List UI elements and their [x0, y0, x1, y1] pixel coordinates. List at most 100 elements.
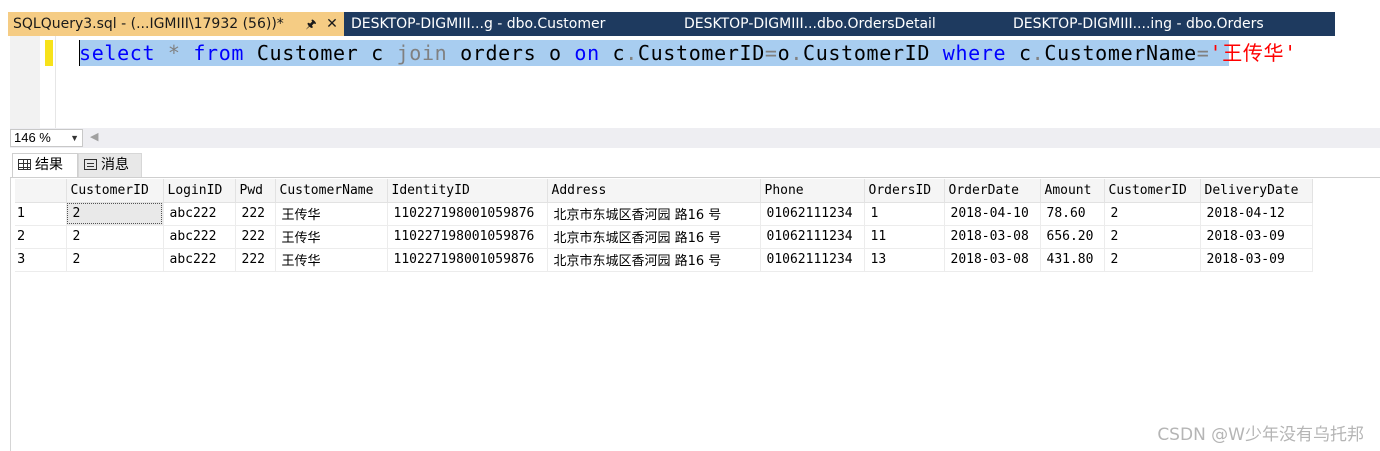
- cell-deliverydate[interactable]: 2018-04-12: [1200, 202, 1313, 226]
- document-tab-strip: SQLQuery3.sql - (...IGMIII\17932 (56))* …: [0, 0, 1380, 36]
- cell-pwd[interactable]: 222: [235, 248, 276, 272]
- cell-loginid[interactable]: abc222: [163, 248, 236, 272]
- sql-statement[interactable]: select * from Customer c join orders o o…: [79, 40, 1297, 66]
- column-header-customerid[interactable]: CustomerID: [1104, 179, 1201, 203]
- tab-sqlquery3[interactable]: SQLQuery3.sql - (...IGMIII\17932 (56))* …: [8, 12, 344, 36]
- cell-loginid[interactable]: abc222: [163, 202, 236, 226]
- text-caret: [79, 40, 80, 66]
- cell-deliverydate[interactable]: 2018-03-09: [1200, 248, 1313, 272]
- column-header-customername[interactable]: CustomerName: [275, 179, 388, 203]
- cell-orderdate[interactable]: 2018-03-08: [944, 225, 1041, 249]
- zoom-dropdown[interactable]: 146 % ▼: [10, 129, 83, 147]
- cell-amount[interactable]: 656.20: [1040, 225, 1105, 249]
- cell-customerid[interactable]: 2: [66, 225, 164, 249]
- row-number[interactable]: 1: [15, 202, 67, 226]
- column-header-address[interactable]: Address: [547, 179, 761, 203]
- selection-margin: [55, 36, 56, 128]
- table-row[interactable]: 3 2 abc222 222 王传华 110227198001059876 北京市东城区香河…: [15, 248, 1313, 272]
- cell-customername[interactable]: 王传华: [275, 202, 388, 226]
- cell-orderdate[interactable]: 2018-04-10: [944, 202, 1041, 226]
- row-number[interactable]: 3: [15, 248, 67, 272]
- cell-ordersid[interactable]: 13: [864, 248, 945, 272]
- sql-token-operator: =: [1196, 41, 1210, 65]
- cell-amount[interactable]: 431.80: [1040, 248, 1105, 272]
- row-number[interactable]: 2: [15, 225, 67, 249]
- column-header-phone[interactable]: Phone: [760, 179, 865, 203]
- message-icon: [84, 159, 97, 170]
- grid-header-row: CustomerID LoginID Pwd CustomerName Identity…: [15, 179, 1313, 203]
- sql-token-plain: o: [777, 41, 791, 65]
- cell-identityid[interactable]: 110227198001059876: [387, 202, 548, 226]
- sql-token-plain: CustomerID: [803, 41, 943, 65]
- tab-label: SQLQuery3.sql - (...IGMIII\17932 (56))*: [13, 16, 284, 32]
- sql-token-plain: c: [599, 41, 626, 65]
- cell-phone[interactable]: 01062111234: [760, 248, 865, 272]
- close-icon[interactable]: ✕: [325, 12, 339, 36]
- tab-customer-table[interactable]: DESKTOP-DIGMIII...g - dbo.Customer: [351, 12, 671, 36]
- grid-icon: [18, 159, 31, 170]
- table-row[interactable]: 2 2 abc222 222 王传华 110227198001059876 北京市东城区香河…: [15, 225, 1313, 249]
- sql-token-operator: .: [1031, 41, 1045, 65]
- cell-identityid[interactable]: 110227198001059876: [387, 248, 548, 272]
- column-header-deliverydate[interactable]: DeliveryDate: [1200, 179, 1313, 203]
- sql-token-plain: [155, 41, 168, 65]
- pin-icon[interactable]: 🖈: [304, 12, 318, 36]
- sql-token-plain: c: [1006, 41, 1032, 65]
- sql-token-plain: CustomerID: [637, 41, 765, 65]
- cell-customerid[interactable]: 2: [1104, 225, 1201, 249]
- column-header-pwd[interactable]: Pwd: [235, 179, 276, 203]
- cell-customerid[interactable]: 2: [1104, 202, 1201, 226]
- tab-label: DESKTOP-DIGMIII....ing - dbo.Orders: [1013, 16, 1264, 32]
- cell-orderdate[interactable]: 2018-03-08: [944, 248, 1041, 272]
- column-header-loginid[interactable]: LoginID: [163, 179, 236, 203]
- cell-phone[interactable]: 01062111234: [760, 202, 865, 226]
- column-header-identityid[interactable]: IdentityID: [387, 179, 548, 203]
- tab-ordersdetail-table[interactable]: DESKTOP-DIGMIII...dbo.OrdersDetail: [684, 12, 1004, 36]
- sql-token-operator: join: [396, 41, 448, 65]
- cell-customerid[interactable]: 2: [66, 202, 164, 226]
- cell-address[interactable]: 北京市东城区香河园 路16 号: [547, 202, 761, 226]
- results-grid-area[interactable]: CustomerID LoginID Pwd CustomerName Identity…: [10, 178, 1380, 451]
- sql-token-operator: .: [790, 41, 804, 65]
- cell-customername[interactable]: 王传华: [275, 225, 388, 249]
- cell-ordersid[interactable]: 1: [864, 202, 945, 226]
- query-editor[interactable]: select * from Customer c join orders o o…: [10, 36, 1380, 128]
- cell-pwd[interactable]: 222: [235, 202, 276, 226]
- cell-pwd[interactable]: 222: [235, 225, 276, 249]
- watermark: CSDN @W少年没有乌托邦: [1157, 425, 1364, 445]
- scroll-left-icon[interactable]: ◀: [90, 130, 98, 143]
- change-marker: [45, 40, 53, 66]
- column-header-ordersid[interactable]: OrdersID: [864, 179, 945, 203]
- cell-deliverydate[interactable]: 2018-03-09: [1200, 225, 1313, 249]
- sql-token-operator: =: [764, 41, 778, 65]
- cell-address[interactable]: 北京市东城区香河园 路16 号: [547, 225, 761, 249]
- column-header-orderdate[interactable]: OrderDate: [944, 179, 1041, 203]
- cell-amount[interactable]: 78.60: [1040, 202, 1105, 226]
- chevron-down-icon[interactable]: ▼: [70, 130, 79, 146]
- column-header-customerid[interactable]: CustomerID: [66, 179, 164, 203]
- tab-results[interactable]: 结果: [12, 153, 78, 177]
- document-tab-bar: SQLQuery3.sql - (...IGMIII\17932 (56))* …: [8, 12, 1335, 36]
- cell-phone[interactable]: 01062111234: [760, 225, 865, 249]
- cell-ordersid[interactable]: 11: [864, 225, 945, 249]
- cell-customerid[interactable]: 2: [1104, 248, 1201, 272]
- grid-corner[interactable]: [15, 179, 67, 203]
- results-tab-strip: 结果 消息: [10, 150, 1380, 178]
- column-header-amount[interactable]: Amount: [1040, 179, 1105, 203]
- cell-customername[interactable]: 王传华: [275, 248, 388, 272]
- sql-token-string: '王传华': [1209, 41, 1297, 65]
- tab-orders-table[interactable]: DESKTOP-DIGMIII....ing - dbo.Orders: [1013, 12, 1333, 36]
- cell-identityid[interactable]: 110227198001059876: [387, 225, 548, 249]
- tab-messages[interactable]: 消息: [78, 153, 142, 177]
- tab-label: DESKTOP-DIGMIII...dbo.OrdersDetail: [684, 16, 936, 32]
- code-line-selection[interactable]: select * from Customer c join orders o o…: [79, 40, 1296, 66]
- sql-token-keyword: from: [193, 41, 245, 65]
- cell-customerid[interactable]: 2: [66, 248, 164, 272]
- cell-address[interactable]: 北京市东城区香河园 路16 号: [547, 248, 761, 272]
- sql-token-keyword: where: [942, 41, 1007, 65]
- cell-loginid[interactable]: abc222: [163, 225, 236, 249]
- editor-status-bar: 146 % ▼ ◀: [10, 128, 1380, 148]
- results-grid[interactable]: CustomerID LoginID Pwd CustomerName Identity…: [15, 179, 1313, 272]
- sql-token-operator: .: [625, 41, 638, 65]
- table-row[interactable]: 1 2 abc222 222 王传华 110227198001059876 北京市东城区香河…: [15, 202, 1313, 226]
